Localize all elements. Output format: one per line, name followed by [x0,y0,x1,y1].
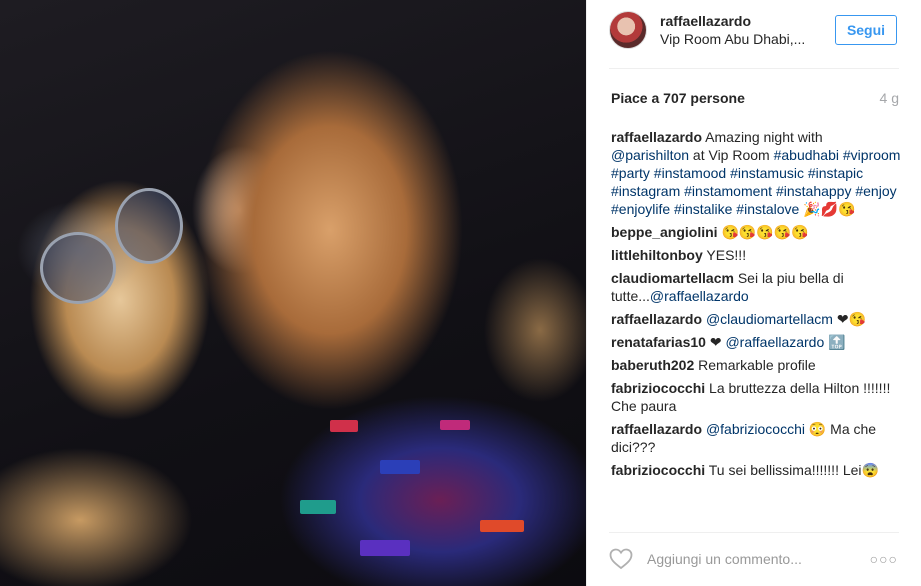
comment-username[interactable]: baberuth202 [611,357,694,373]
comment-item: beppe_angiolini 😘😘😘😘😘 [611,223,901,241]
sequin-pattern [360,540,410,556]
post-sidebar: raffaellazardo Vip Room Abu Dhabi,... Se… [586,0,921,586]
sequin-pattern [480,520,524,532]
comment-item: fabriziococchi La bruttezza della Hilton… [611,379,901,415]
add-comment-bar: ○○○ [587,532,921,586]
comment-item: raffaellazardo @fabriziococchi 😳 Ma che … [611,420,901,456]
comment-text: YES!!! [702,247,747,263]
comment-text: ❤😘 [832,311,867,327]
comment-link[interactable]: @claudiomartellacm [706,311,833,327]
comments-list: raffaellazardo Amazing night with @paris… [611,128,901,484]
comment-item: littlehiltonboy YES!!! [611,246,901,264]
sunglasses-lens-left [40,232,116,304]
comment-text: at Vip Room [689,147,774,163]
comment-item: renatafarias10 ❤ @raffaellazardo 🔝 [611,333,901,351]
comment-text: Tu sei bellissima!!!!!!! Lei😨 [705,462,879,478]
comment-username[interactable]: raffaellazardo [611,311,702,327]
post-header: raffaellazardo Vip Room Abu Dhabi,... Se… [587,0,921,68]
comment-item: fabriziococchi Tu sei bellissima!!!!!!! … [611,461,901,479]
sequin-pattern [330,420,358,432]
post-age: 4 g [879,90,899,106]
post-location[interactable]: Vip Room Abu Dhabi,... [660,31,805,47]
ellipsis-icon[interactable]: ○○○ [870,551,898,567]
comment-item: raffaellazardo Amazing night with @paris… [611,128,901,218]
comment-username[interactable]: renatafarias10 [611,334,706,350]
comment-text: 😘😘😘😘😘 [717,224,809,240]
comment-link[interactable]: @parishilton [611,147,689,163]
comment-item: claudiomartellacm Sei la piu bella di tu… [611,269,901,305]
sequin-pattern [440,420,470,430]
comment-link[interactable]: @fabriziococchi [706,421,805,437]
likes-count[interactable]: Piace a 707 persone [611,90,745,106]
comment-username[interactable]: littlehiltonboy [611,247,703,263]
comment-text: Amazing night with [702,129,823,145]
comment-item: raffaellazardo @claudiomartellacm ❤😘 [611,310,901,328]
comment-item: baberuth202 Remarkable profile [611,356,901,374]
comment-username[interactable]: fabriziococchi [611,462,705,478]
comment-username[interactable]: raffaellazardo [611,129,702,145]
comment-text: 🔝 [824,334,846,350]
heart-outline-icon[interactable] [609,548,633,570]
sequin-pattern [380,460,420,474]
divider [609,68,899,69]
follow-button[interactable]: Segui [835,15,897,45]
comment-text: Remarkable profile [694,357,816,373]
comment-username[interactable]: claudiomartellacm [611,270,734,286]
comment-link[interactable]: @raffaellazardo [725,334,824,350]
add-comment-input[interactable] [645,546,849,572]
comment-text: 🎉💋😘 [799,201,856,217]
post-username[interactable]: raffaellazardo [660,13,751,29]
comment-link[interactable]: @raffaellazardo [650,288,749,304]
comment-username[interactable]: raffaellazardo [611,421,702,437]
sunglasses-lens-right [115,188,183,264]
comment-username[interactable]: fabriziococchi [611,380,705,396]
comment-username[interactable]: beppe_angiolini [611,224,718,240]
comment-text: ❤ [705,334,726,350]
avatar[interactable] [609,11,647,49]
post-photo[interactable] [0,0,586,586]
sequin-pattern [300,500,336,514]
